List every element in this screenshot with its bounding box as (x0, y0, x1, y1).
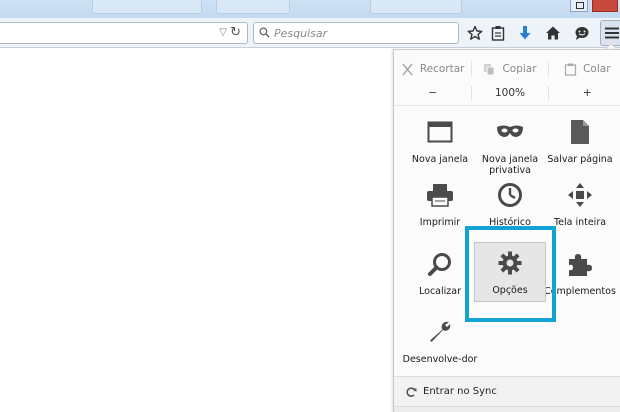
developer-label: Desenvolve-dor (402, 354, 478, 365)
tab-right[interactable] (370, 0, 462, 14)
fullscreen-button[interactable]: Tela inteira (541, 179, 619, 228)
browser-window: ▽ ↻ Pesquisar Recortar Copiar Colar − 10… (0, 0, 620, 412)
bookmark-star-button[interactable] (466, 24, 484, 42)
copy-icon (484, 63, 495, 75)
bookmarks-menu-button[interactable] (489, 24, 507, 42)
url-bar[interactable]: ▽ ↻ (0, 22, 248, 44)
navigation-toolbar: ▽ ↻ (0, 18, 620, 48)
download-arrow-icon (519, 26, 531, 40)
new-private-window-button[interactable]: Nova janela privativa (471, 116, 549, 176)
divider (471, 61, 472, 77)
gear-icon (498, 251, 522, 275)
zoom-controls: − 100% + (394, 83, 620, 103)
zoom-out-button[interactable]: − (394, 83, 471, 103)
new-window-button[interactable]: Nova janela (401, 116, 479, 165)
page-icon (571, 120, 589, 144)
downloads-button[interactable] (516, 24, 534, 42)
wrench-icon (430, 321, 451, 342)
home-button[interactable] (544, 24, 562, 42)
window-icon (427, 121, 453, 143)
new-window-label: Nova janela (411, 154, 469, 165)
print-button[interactable]: Imprimir (401, 179, 479, 228)
mask-icon (497, 125, 523, 137)
options-button-overlay[interactable]: Opções (471, 247, 549, 296)
sync-icon (406, 386, 417, 397)
history-button[interactable]: Histórico (471, 179, 549, 228)
sync-button[interactable]: Entrar no Sync (394, 376, 620, 406)
scissors-icon (402, 63, 413, 75)
divider (548, 61, 549, 77)
divider (548, 86, 549, 100)
options-label: Opções (492, 285, 528, 296)
magnifier-icon (428, 253, 451, 276)
printer-icon (427, 184, 453, 207)
clock-icon (498, 183, 522, 207)
edit-controls: Recortar Copiar Colar (394, 56, 620, 82)
zoom-in-button[interactable]: + (549, 83, 620, 103)
paste-icon (564, 63, 577, 76)
star-icon (467, 25, 483, 40)
divider (394, 105, 620, 106)
menu-footer-bar (394, 406, 620, 412)
search-input[interactable] (274, 25, 454, 41)
home-icon (546, 26, 560, 40)
copy-button[interactable]: Copiar (471, 56, 548, 82)
sync-label: Entrar no Sync (423, 386, 497, 397)
paste-button[interactable]: Colar (549, 56, 620, 82)
title-bar (0, 0, 620, 18)
save-page-label: Salvar página (547, 154, 613, 165)
reload-icon[interactable]: ↻ (230, 25, 241, 40)
search-box[interactable] (253, 22, 459, 44)
cut-button[interactable]: Recortar (394, 56, 471, 82)
divider (471, 86, 472, 100)
developer-button[interactable]: Desenvolve-dor (401, 316, 479, 365)
search-icon (259, 27, 270, 38)
copy-label: Copiar (502, 63, 537, 75)
url-history-dropdown-icon[interactable]: ▽ (219, 27, 227, 38)
hamburger-menu-icon (605, 27, 619, 39)
restore-window-button[interactable] (570, 0, 588, 12)
save-page-button[interactable]: Salvar página (541, 116, 619, 165)
clipboard-icon (491, 26, 505, 41)
chat-bubble-icon (575, 27, 589, 40)
tab-left[interactable] (92, 0, 202, 14)
close-window-button[interactable] (592, 0, 618, 12)
hello-chat-button[interactable] (573, 24, 591, 42)
fullscreen-arrows-icon (568, 183, 592, 207)
cut-label: Recortar (419, 63, 465, 75)
tab-middle[interactable] (216, 0, 290, 14)
puzzle-icon (569, 254, 592, 276)
paste-label: Colar (583, 63, 611, 75)
new-private-window-label: Nova janela privativa (481, 154, 539, 176)
zoom-reset-button[interactable]: 100% (471, 83, 548, 103)
